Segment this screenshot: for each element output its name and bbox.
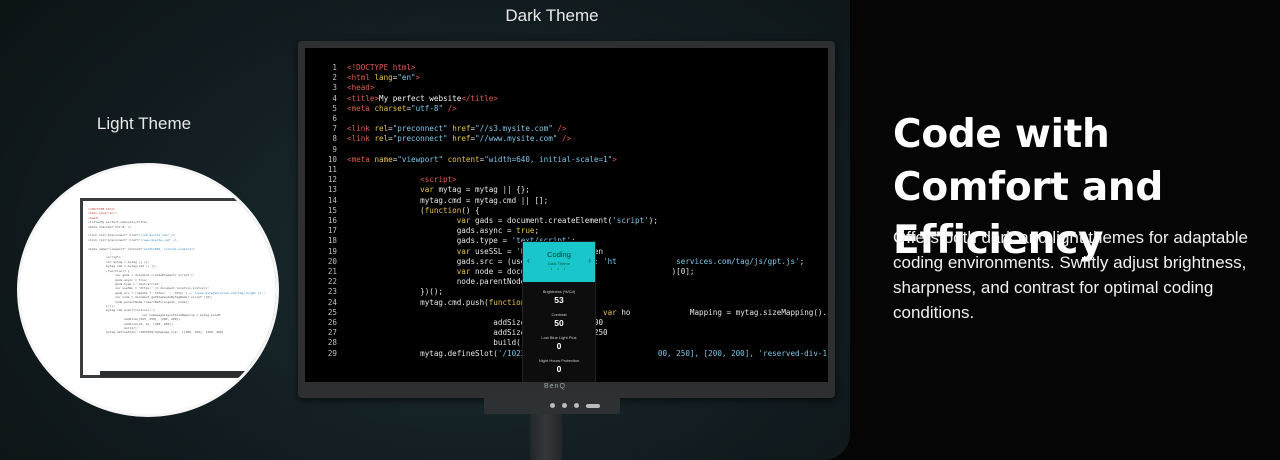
osd-mode-name: Coding	[547, 250, 571, 259]
light-theme-label: Light Theme	[96, 114, 192, 133]
osd-setting-value: 50	[554, 318, 564, 328]
control-button-icon[interactable]	[574, 403, 579, 408]
light-screen: <!DOCTYPE html> <html lang="en"> <head> …	[83, 201, 276, 375]
control-button-icon[interactable]	[550, 403, 555, 408]
osd-setting-label: Contrast	[551, 312, 567, 317]
osd-menu[interactable]: ‹ Coding Dark Theme • • • › Brightness (…	[522, 241, 596, 382]
monitor-stand	[530, 414, 562, 460]
light-monitor: <!DOCTYPE html> <html lang="en"> <head> …	[80, 198, 276, 378]
osd-setting-value: 0	[556, 341, 562, 351]
osd-setting-night-hours[interactable]: Night Hours Protection 0	[523, 351, 595, 374]
feature-description: Offers both dark and light themes for ad…	[893, 228, 1249, 322]
control-button-icon[interactable]	[586, 404, 600, 408]
osd-setting-label: Brightness (%/Cd)	[542, 289, 576, 294]
osd-setting-brightness[interactable]: Brightness (%/Cd) 53	[523, 282, 595, 305]
osd-setting-value: 0	[556, 364, 562, 374]
dark-monitor: 1 <!DOCTYPE html> 2 <html lang="en"> 3 <hea…	[298, 41, 835, 398]
product-stage: Dark Theme Light Theme 1 <!DOCTYPE html> …	[0, 0, 850, 460]
monitor-chin: BenQ	[298, 382, 835, 398]
chevron-left-icon[interactable]: ‹	[527, 256, 530, 265]
control-button-icon[interactable]	[562, 403, 567, 408]
dark-theme-label: Dark Theme	[505, 6, 599, 25]
brand-logo: BenQ	[544, 383, 566, 390]
dark-screen: 1 <!DOCTYPE html> 2 <html lang="en"> 3 <hea…	[305, 48, 828, 382]
osd-setting-value: 53	[554, 295, 564, 305]
light-theme-zoom-circle: <!DOCTYPE html> <html lang="en"> <head> …	[17, 163, 279, 417]
osd-setting-label: Night Hours Protection	[538, 358, 580, 363]
osd-setting-label: Low Blue Light Plus	[541, 335, 577, 340]
osd-mode-header[interactable]: ‹ Coding Dark Theme • • • ›	[523, 242, 595, 282]
light-monitor-base	[100, 371, 270, 377]
chevron-right-icon[interactable]: ›	[588, 256, 591, 265]
osd-setting-contrast[interactable]: Contrast 50	[523, 305, 595, 328]
osd-page-dots: • • •	[550, 266, 568, 271]
light-code-sample: <!DOCTYPE html> <html lang="en"> <head> …	[88, 207, 266, 335]
osd-setting-low-blue-light[interactable]: Low Blue Light Plus 0	[523, 328, 595, 351]
monitor-control-puck	[484, 397, 620, 414]
